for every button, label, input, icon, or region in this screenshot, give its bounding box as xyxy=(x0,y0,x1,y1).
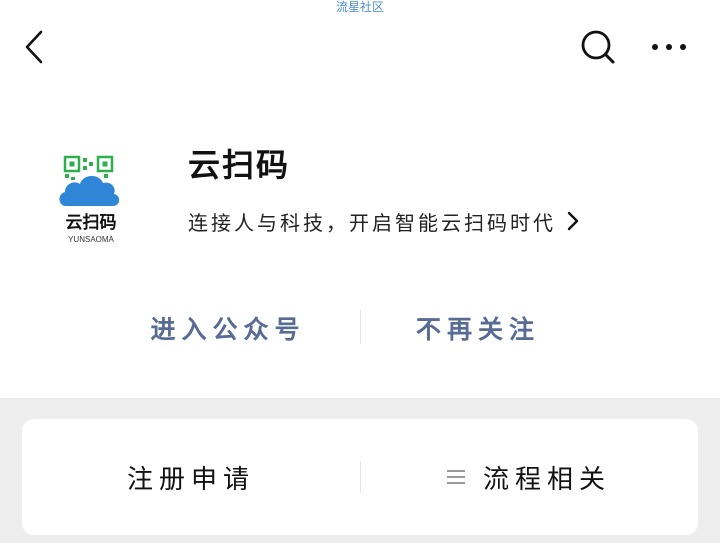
more-dots-icon xyxy=(652,44,686,50)
account-description-link[interactable]: 连接人与科技，开启智能云扫码时代 xyxy=(188,204,628,238)
account-actions: 进入公众号 不再关注 xyxy=(0,300,720,356)
logo-text: 云扫码 xyxy=(66,212,117,232)
unfollow-button[interactable]: 不再关注 xyxy=(338,300,618,356)
top-navigation-bar xyxy=(0,0,720,95)
bottom-menu-area: 注册申请 流程相关 xyxy=(0,398,720,543)
chevron-right-icon xyxy=(567,211,579,231)
menu-item-label: 流程相关 xyxy=(482,464,611,495)
account-description: 连接人与科技，开启智能云扫码时代 xyxy=(188,210,556,235)
logo-subtext: YUNSAOMA xyxy=(68,235,114,244)
account-name: 云扫码 xyxy=(188,146,291,184)
search-button[interactable] xyxy=(577,26,619,68)
more-options-button[interactable] xyxy=(648,30,690,64)
menu-item-process[interactable]: 流程相关 xyxy=(360,419,698,535)
menu-item-register[interactable]: 注册申请 xyxy=(22,419,360,535)
back-button[interactable] xyxy=(18,28,54,66)
search-icon xyxy=(581,30,615,64)
menu-bar: 注册申请 流程相关 xyxy=(22,419,698,535)
chevron-left-icon xyxy=(25,30,43,64)
enter-account-button[interactable]: 进入公众号 xyxy=(88,300,368,356)
menu-lines-icon xyxy=(446,470,465,484)
menu-item-label: 注册申请 xyxy=(126,464,255,495)
cloud-icon xyxy=(59,175,120,206)
account-logo: 云扫码 YUNSAOMA xyxy=(52,150,130,250)
